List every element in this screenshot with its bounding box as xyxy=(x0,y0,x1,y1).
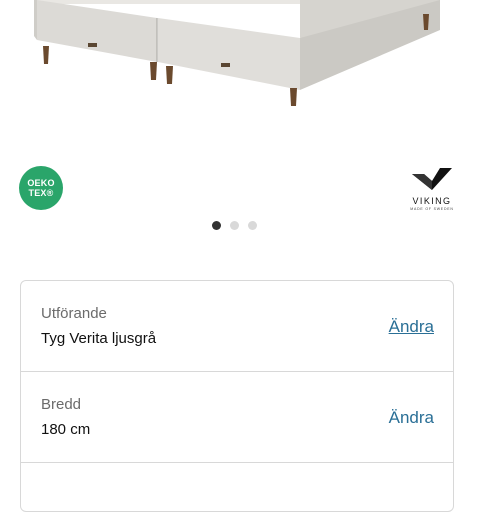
carousel-dot-3[interactable] xyxy=(248,221,257,230)
oeko-tex-badge: OEKO TEX® xyxy=(19,166,63,210)
oeko-line2: TEX® xyxy=(28,188,54,198)
carousel-dots xyxy=(212,221,257,230)
carousel-dot-2[interactable] xyxy=(230,221,239,230)
change-width-link[interactable]: Ändra xyxy=(389,408,434,428)
bed-illustration xyxy=(34,0,440,106)
option-row-width: Bredd 180 cm Ändra xyxy=(21,372,453,463)
option-label: Bredd xyxy=(41,396,82,413)
carousel-dot-1[interactable] xyxy=(212,221,221,230)
change-variant-link[interactable]: Ändra xyxy=(389,317,434,337)
viking-mark-icon xyxy=(412,168,452,190)
product-options-panel: Utförande Tyg Verita ljusgrå Ändra Bredd… xyxy=(20,280,454,512)
option-label: Utförande xyxy=(41,305,107,322)
option-value: Tyg Verita ljusgrå xyxy=(41,330,157,347)
viking-logo: VIKING MADE OF SWEDEN xyxy=(404,164,460,214)
viking-name: VIKING xyxy=(412,196,452,206)
option-row-variant: Utförande Tyg Verita ljusgrå Ändra xyxy=(21,281,453,372)
oeko-line1: OEKO xyxy=(27,178,55,188)
viking-tagline: MADE OF SWEDEN xyxy=(410,207,454,211)
product-image[interactable] xyxy=(0,0,480,160)
option-value: 180 cm xyxy=(41,421,91,438)
